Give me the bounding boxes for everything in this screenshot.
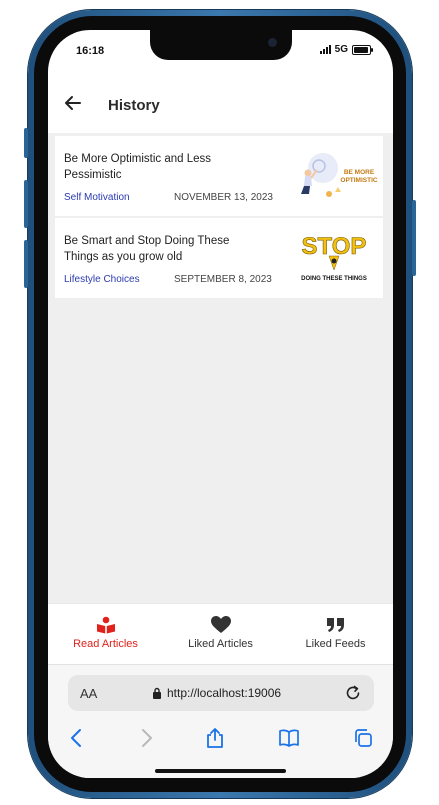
forward-icon[interactable] xyxy=(135,727,157,749)
article-title[interactable]: Be More Optimistic and Less Pessimistic xyxy=(64,151,254,183)
text-size-button[interactable]: AA xyxy=(80,686,97,701)
url-display[interactable]: http://localhost:19006 xyxy=(152,686,281,700)
heart-icon xyxy=(210,616,231,633)
quote-icon xyxy=(326,618,344,632)
side-button xyxy=(24,128,28,158)
tab-label: Read Articles xyxy=(73,638,138,650)
book-icon xyxy=(96,616,115,634)
article-card[interactable]: Be Smart and Stop Doing These Things as … xyxy=(55,218,383,298)
camera-icon xyxy=(268,38,277,47)
article-date: NOVEMBER 13, 2023 xyxy=(174,192,273,203)
battery-icon xyxy=(352,44,373,55)
page-title: History xyxy=(108,97,160,114)
thumb-text-line2: OPTIMISTIC xyxy=(340,177,378,184)
tab-liked-feeds[interactable]: Liked Feeds xyxy=(278,616,393,650)
lock-icon xyxy=(153,687,161,699)
notch xyxy=(150,30,292,60)
bottom-tab-bar: Read Articles Liked Articles Liked Feeds xyxy=(48,603,393,665)
volume-up-button xyxy=(24,180,28,228)
article-card[interactable]: Be More Optimistic and Less Pessimistic … xyxy=(55,136,383,216)
tabs-icon[interactable] xyxy=(352,727,374,749)
tab-label: Liked Feeds xyxy=(305,638,366,650)
bookmarks-icon[interactable] xyxy=(278,727,300,749)
history-list: Be More Optimistic and Less Pessimistic … xyxy=(48,133,393,603)
share-icon[interactable] xyxy=(204,727,226,749)
article-title[interactable]: Be Smart and Stop Doing These Things as … xyxy=(64,233,254,265)
tab-label: Liked Articles xyxy=(188,638,253,650)
thumb-text-line2: DOING THESE THINGS xyxy=(301,276,367,282)
status-indicators: 5G xyxy=(319,44,373,55)
tab-liked-articles[interactable]: Liked Articles xyxy=(163,616,278,650)
status-time: 16:18 xyxy=(76,45,105,57)
article-date: SEPTEMBER 8, 2023 xyxy=(174,274,272,285)
signal-icon xyxy=(319,45,331,54)
thumb-text-line1: BE MORE xyxy=(344,169,375,176)
browser-toolbar: AA http://localhost:19006 xyxy=(48,664,393,778)
volume-down-button xyxy=(24,240,28,288)
article-thumbnail[interactable]: BE MORE OPTIMISTIC xyxy=(289,148,379,204)
reload-icon[interactable] xyxy=(344,684,362,702)
article-thumbnail[interactable]: STOP DOING THESE THINGS xyxy=(289,230,379,286)
back-icon[interactable] xyxy=(66,727,88,749)
article-category[interactable]: Self Motivation xyxy=(64,192,130,203)
home-indicator xyxy=(155,769,286,773)
url-text: http://localhost:19006 xyxy=(167,686,282,700)
network-label: 5G xyxy=(334,44,348,55)
tab-read-articles[interactable]: Read Articles xyxy=(48,616,163,650)
app-header: History xyxy=(48,76,393,134)
back-arrow-icon[interactable] xyxy=(64,94,82,112)
browser-nav-row xyxy=(48,723,393,753)
power-button xyxy=(412,200,416,276)
article-category[interactable]: Lifestyle Choices xyxy=(64,274,140,285)
address-bar[interactable]: AA http://localhost:19006 xyxy=(68,675,374,711)
screen: 16:18 5G History Be More Optimistic and … xyxy=(48,30,393,778)
